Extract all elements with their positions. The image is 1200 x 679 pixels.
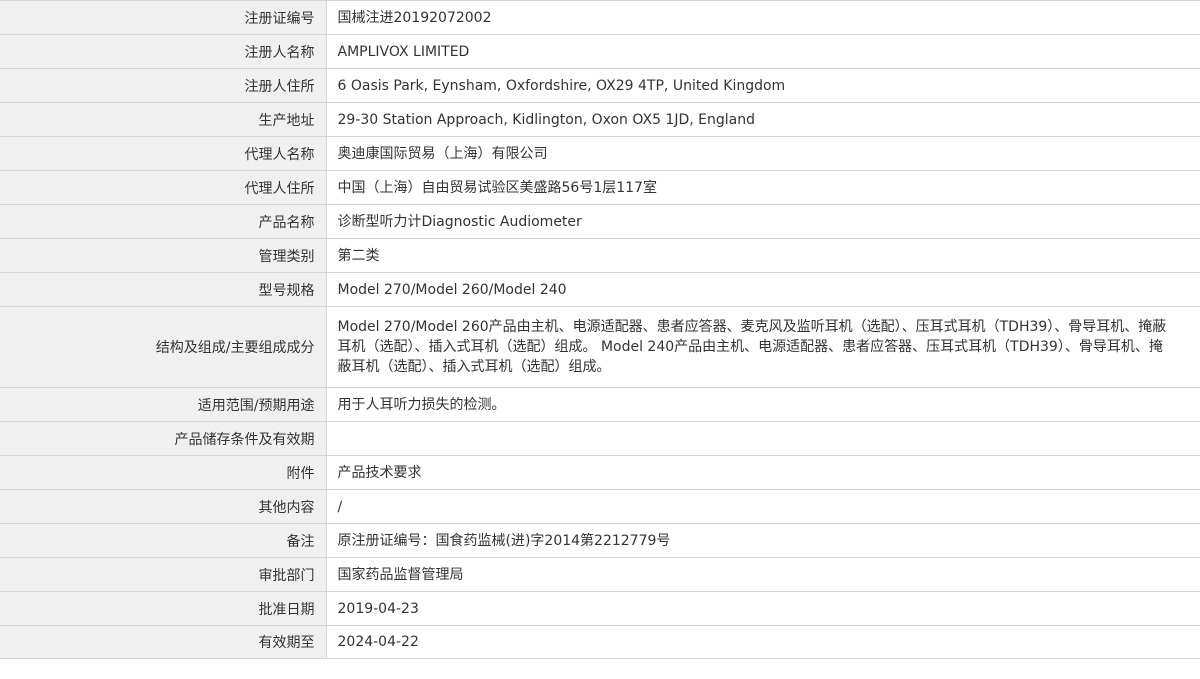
table-row: 注册人名称 AMPLIVOX LIMITED <box>0 34 1200 69</box>
row-value: 2019-04-23 <box>326 591 1200 626</box>
row-value: / <box>326 489 1200 524</box>
table-row: 审批部门 国家药品监督管理局 <box>0 557 1200 592</box>
row-value <box>326 421 1200 456</box>
row-label: 其他内容 <box>0 489 327 524</box>
row-label: 管理类别 <box>0 238 327 273</box>
row-value: 第二类 <box>326 238 1200 273</box>
row-value: Model 270/Model 260/Model 240 <box>326 272 1200 307</box>
row-value: 国家药品监督管理局 <box>326 557 1200 592</box>
table-row: 生产地址 29-30 Station Approach, Kidlington,… <box>0 102 1200 137</box>
row-label: 注册人住所 <box>0 68 327 103</box>
row-value: Model 270/Model 260产品由主机、电源适配器、患者应答器、麦克风… <box>326 306 1200 388</box>
table-row: 产品储存条件及有效期 <box>0 421 1200 456</box>
row-label: 备注 <box>0 523 327 558</box>
row-label: 审批部门 <box>0 557 327 592</box>
row-label: 注册人名称 <box>0 34 327 69</box>
row-label: 型号规格 <box>0 272 327 307</box>
table-row: 注册证编号 国械注进20192072002 <box>0 0 1200 35</box>
row-value: 国械注进20192072002 <box>326 0 1200 35</box>
registration-detail-table: 注册证编号 国械注进20192072002 注册人名称 AMPLIVOX LIM… <box>0 0 1200 659</box>
table-row: 注册人住所 6 Oasis Park, Eynsham, Oxfordshire… <box>0 68 1200 103</box>
row-value: 诊断型听力计Diagnostic Audiometer <box>326 204 1200 239</box>
row-value: AMPLIVOX LIMITED <box>326 34 1200 69</box>
row-value: 中国（上海）自由贸易试验区美盛路56号1层117室 <box>326 170 1200 205</box>
table-row: 适用范围/预期用途 用于人耳听力损失的检测。 <box>0 387 1200 422</box>
table-row: 结构及组成/主要组成成分 Model 270/Model 260产品由主机、电源… <box>0 306 1200 388</box>
row-value: 29-30 Station Approach, Kidlington, Oxon… <box>326 102 1200 137</box>
table-row: 有效期至 2024-04-22 <box>0 625 1200 659</box>
row-label: 批准日期 <box>0 591 327 626</box>
row-label: 产品名称 <box>0 204 327 239</box>
row-value: 6 Oasis Park, Eynsham, Oxfordshire, OX29… <box>326 68 1200 103</box>
row-label: 代理人名称 <box>0 136 327 171</box>
table-row: 产品名称 诊断型听力计Diagnostic Audiometer <box>0 204 1200 239</box>
row-label: 注册证编号 <box>0 0 327 35</box>
table-row: 批准日期 2019-04-23 <box>0 591 1200 626</box>
table-row: 代理人住所 中国（上海）自由贸易试验区美盛路56号1层117室 <box>0 170 1200 205</box>
table-row: 其他内容 / <box>0 489 1200 524</box>
table-row: 管理类别 第二类 <box>0 238 1200 273</box>
row-label: 代理人住所 <box>0 170 327 205</box>
row-label: 适用范围/预期用途 <box>0 387 327 422</box>
table-row: 备注 原注册证编号：国食药监械(进)字2014第2212779号 <box>0 523 1200 558</box>
table-row: 型号规格 Model 270/Model 260/Model 240 <box>0 272 1200 307</box>
row-value: 用于人耳听力损失的检测。 <box>326 387 1200 422</box>
row-label: 结构及组成/主要组成成分 <box>0 306 327 388</box>
row-label: 产品储存条件及有效期 <box>0 421 327 456</box>
row-value: 2024-04-22 <box>326 625 1200 659</box>
row-value: 奥迪康国际贸易（上海）有限公司 <box>326 136 1200 171</box>
row-label: 附件 <box>0 455 327 490</box>
row-value: 产品技术要求 <box>326 455 1200 490</box>
table-row: 附件 产品技术要求 <box>0 455 1200 490</box>
table-row: 代理人名称 奥迪康国际贸易（上海）有限公司 <box>0 136 1200 171</box>
row-label: 有效期至 <box>0 625 327 659</box>
row-value: 原注册证编号：国食药监械(进)字2014第2212779号 <box>326 523 1200 558</box>
row-label: 生产地址 <box>0 102 327 137</box>
